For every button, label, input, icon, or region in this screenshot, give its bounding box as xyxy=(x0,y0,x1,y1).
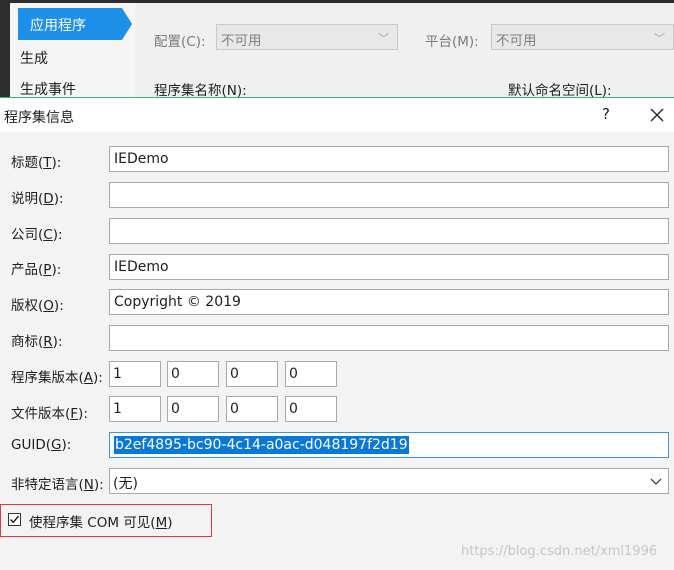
description-label: 说明(D): xyxy=(11,191,64,207)
assembly-version-revision[interactable]: 0 xyxy=(285,361,337,387)
chevron-down-icon xyxy=(650,478,662,485)
assembly-version-build[interactable]: 0 xyxy=(226,361,278,387)
company-label: 公司(C): xyxy=(11,227,63,243)
assembly-version-minor[interactable]: 0 xyxy=(167,361,219,387)
trademark-label: 商标(R): xyxy=(11,334,63,350)
guid-label: GUID(G): xyxy=(11,437,72,453)
close-button[interactable] xyxy=(645,103,669,125)
sidebar-item-build[interactable]: 生成 xyxy=(20,48,48,68)
sidebar-active-pointer xyxy=(122,8,132,40)
chevron-down-icon: ﹀ xyxy=(654,32,665,45)
copyright-input[interactable]: Copyright © 2019 xyxy=(109,289,669,315)
com-visible-checkbox[interactable] xyxy=(8,513,21,526)
guid-input[interactable]: b2ef4895-bc90-4c14-a0ac-d048197f2d19 xyxy=(109,432,669,458)
product-label: 产品(P): xyxy=(11,262,62,278)
chevron-down-icon: ﹀ xyxy=(378,32,389,45)
file-version-revision[interactable]: 0 xyxy=(285,396,337,422)
close-icon xyxy=(650,108,664,122)
file-version-label: 文件版本(F): xyxy=(11,406,88,422)
sidebar-item-build-events[interactable]: 生成事件 xyxy=(20,79,76,99)
config-label: 配置(C): xyxy=(154,34,206,50)
window-left-strip xyxy=(0,0,10,100)
file-version-minor[interactable]: 0 xyxy=(167,396,219,422)
default-namespace-label: 默认命名空间(L): xyxy=(508,83,612,99)
assembly-version-label: 程序集版本(A): xyxy=(11,370,103,386)
neutral-language-label: 非特定语言(N): xyxy=(11,477,104,493)
title-input[interactable]: IEDemo xyxy=(109,146,669,172)
copyright-label: 版权(O): xyxy=(11,298,64,314)
dialog-title: 程序集信息 xyxy=(4,110,74,126)
product-input[interactable]: IEDemo xyxy=(109,254,669,280)
company-input[interactable] xyxy=(109,218,669,244)
dialog-titlebar: 程序集信息 ? xyxy=(0,98,674,132)
file-version-build[interactable]: 0 xyxy=(226,396,278,422)
help-button[interactable]: ? xyxy=(596,105,616,125)
description-input[interactable] xyxy=(109,182,669,208)
title-label: 标题(T): xyxy=(11,155,62,171)
assembly-info-dialog: 程序集信息 ? 标题(T): IEDemo 说明(D): 公司(C): 产品(P… xyxy=(0,97,674,570)
config-select[interactable]: 不可用 ﹀ xyxy=(216,24,398,50)
trademark-input[interactable] xyxy=(109,325,669,351)
neutral-language-select[interactable]: (无) xyxy=(109,468,669,494)
assembly-name-label: 程序集名称(N): xyxy=(154,83,247,99)
file-version-major[interactable]: 1 xyxy=(109,396,161,422)
neutral-language-value: (无) xyxy=(113,476,138,492)
watermark-text: https://blog.csdn.net/xml1996 xyxy=(461,544,658,559)
checkmark-icon xyxy=(10,515,20,524)
com-visible-label[interactable]: 使程序集 COM 可见(M) xyxy=(29,511,173,531)
config-select-value: 不可用 xyxy=(221,33,262,49)
platform-label: 平台(M): xyxy=(425,34,479,50)
platform-select[interactable]: 不可用 ﹀ xyxy=(491,24,674,50)
assembly-version-major[interactable]: 1 xyxy=(109,361,161,387)
platform-select-value: 不可用 xyxy=(496,33,537,49)
sidebar-item-application-label: 应用程序 xyxy=(30,18,86,34)
guid-selected-text: b2ef4895-bc90-4c14-a0ac-d048197f2d19 xyxy=(114,436,409,454)
